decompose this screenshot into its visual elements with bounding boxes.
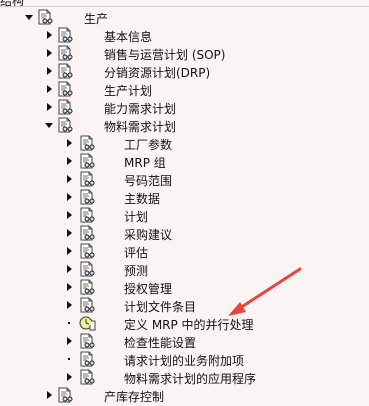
red-arrow-icon: [228, 267, 302, 316]
